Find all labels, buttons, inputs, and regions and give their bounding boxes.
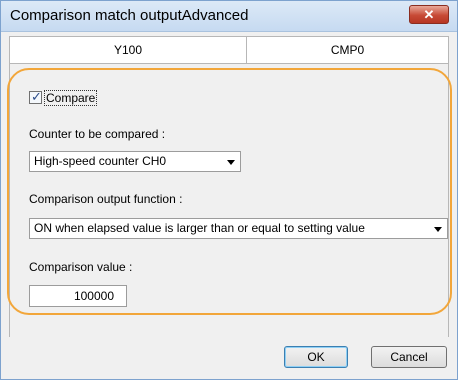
counter-select[interactable]: High-speed counter CH0 bbox=[29, 151, 241, 172]
window-title: Comparison match outputAdvanced bbox=[10, 7, 249, 24]
chevron-down-icon[interactable] bbox=[227, 160, 235, 165]
title-bar[interactable]: Comparison match outputAdvanced ✕ bbox=[1, 1, 457, 32]
comparison-value-input[interactable]: 100000 bbox=[29, 285, 127, 307]
dialog-window: Comparison match outputAdvanced ✕ Y100 C… bbox=[0, 0, 458, 380]
compare-device-header: CMP0 bbox=[330, 43, 365, 57]
output-device-header: Y100 bbox=[10, 37, 247, 63]
close-icon: ✕ bbox=[423, 7, 435, 22]
compare-checkbox[interactable]: ✓ bbox=[29, 89, 42, 104]
output-function-select-value: ON when elapsed value is larger than or … bbox=[34, 221, 365, 235]
close-button[interactable]: ✕ bbox=[409, 5, 449, 24]
output-function-label: Comparison output function : bbox=[29, 192, 183, 206]
output-function-select[interactable]: ON when elapsed value is larger than or … bbox=[29, 218, 448, 239]
compare-checkbox-label[interactable]: Compare bbox=[44, 90, 98, 106]
chevron-down-icon[interactable] bbox=[434, 227, 442, 232]
checkmark-icon: ✓ bbox=[31, 89, 42, 104]
counter-select-value: High-speed counter CH0 bbox=[34, 154, 167, 168]
comparison-value-label: Comparison value : bbox=[29, 260, 133, 274]
ok-button[interactable]: OK bbox=[284, 346, 348, 368]
counter-label: Counter to be compared : bbox=[29, 127, 166, 141]
output-header-row: Y100 CMP0 bbox=[9, 36, 449, 64]
cancel-button[interactable]: Cancel bbox=[371, 346, 447, 368]
